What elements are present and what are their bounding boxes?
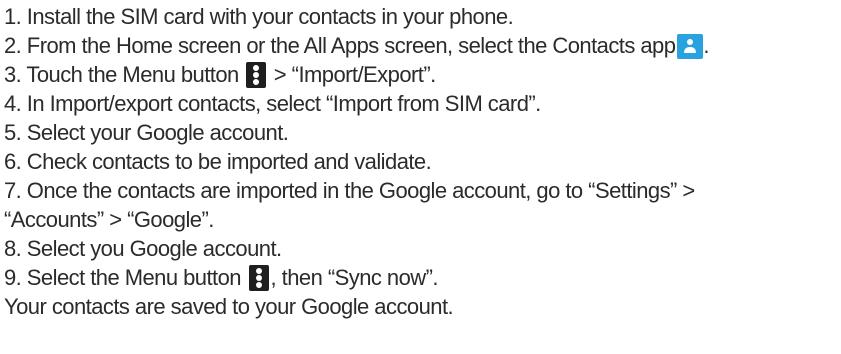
- step-6: 6. Check contacts to be imported and val…: [4, 149, 432, 174]
- step-7: 7. Once the contacts are imported in the…: [4, 178, 695, 203]
- menu-kebab-icon: [246, 62, 267, 88]
- step-9-text: 9. Select the Menu button: [4, 265, 242, 290]
- step-2-text: 2. From the Home screen or the All Apps …: [4, 33, 676, 58]
- step-1: 1. Install the SIM card with your contac…: [4, 4, 514, 29]
- step-9-end: , then “Sync now”.: [270, 265, 439, 290]
- step-3: 3. Touch the Menu button > “Import/Expor…: [4, 60, 840, 89]
- contacts-app-icon: [677, 34, 704, 59]
- instructions-document: 1. Install the SIM card with your contac…: [4, 2, 840, 321]
- step-2: 2. From the Home screen or the All Apps …: [4, 31, 840, 60]
- menu-kebab-icon: [248, 265, 269, 291]
- step-2-end: .: [703, 33, 709, 58]
- step-5: 5. Select your Google account.: [4, 120, 289, 145]
- step-3-text: 3. Touch the Menu button: [4, 62, 239, 87]
- step-3-end: > “Import/Export”.: [268, 62, 436, 87]
- closing-note: Your contacts are saved to your Google a…: [4, 294, 454, 319]
- step-9: 9. Select the Menu button , then “Sync n…: [4, 263, 840, 292]
- step-8: 8. Select you Google account.: [4, 236, 282, 261]
- step-7-continued: “Accounts” > “Google”.: [4, 207, 214, 232]
- step-4: 4. In Import/export contacts, select “Im…: [4, 91, 541, 116]
